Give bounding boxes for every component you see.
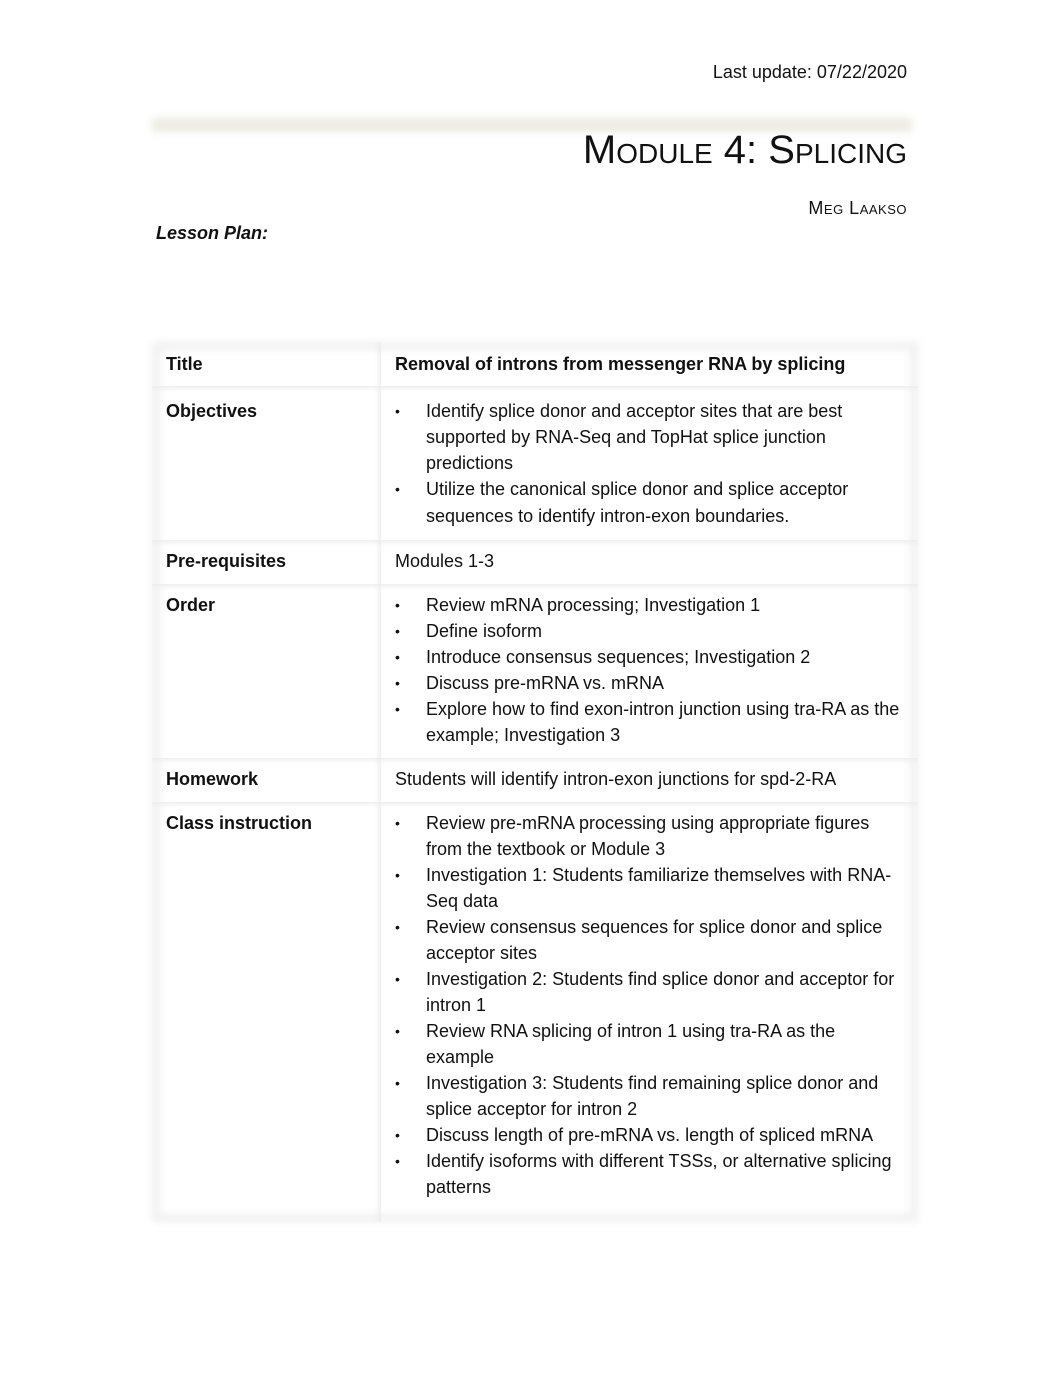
bullet-list: • Identify splice donor and acceptor site…	[395, 398, 908, 530]
bullet-icon: •	[395, 1153, 400, 1169]
bullet-icon: •	[395, 481, 400, 497]
list-item: • Utilize the canonical splice donor and …	[395, 476, 908, 530]
bullet-icon: •	[395, 1127, 400, 1143]
table-row-title: Title Removal of introns from messenger …	[152, 342, 918, 386]
list-item-text: Review mRNA processing; Investigation 1	[426, 595, 761, 615]
list-item: • Identify isoforms with different TSSs, …	[395, 1148, 908, 1200]
list-item-text: Investigation 3: Students find remaining…	[426, 1073, 879, 1119]
list-item-text: Review pre-mRNA processing using appropr…	[426, 813, 870, 859]
list-item: • Review pre-mRNA processing using approp…	[395, 810, 908, 862]
list-item-text: Define isoform	[426, 621, 543, 641]
page-title: Module 4: Splicing	[582, 128, 907, 172]
table-row-order: Order • Review mRNA processing; Investiga…	[152, 584, 918, 758]
bullet-icon: •	[395, 701, 400, 717]
row-value: Removal of introns from messenger RNA by…	[395, 354, 846, 374]
table-row-prerequisites: Pre-requisites Modules 1-3	[152, 540, 918, 584]
bullet-icon: •	[395, 597, 400, 613]
row-label: Homework	[152, 758, 381, 802]
list-item: • Define isoform	[395, 618, 908, 644]
row-value: • Review mRNA processing; Investigation 1…	[381, 584, 918, 758]
list-item-text: Identify splice donor and acceptor sites…	[426, 401, 843, 473]
table-row-homework: Homework Students will identify intron-e…	[152, 758, 918, 802]
list-item: • Discuss pre-mRNA vs. mRNA	[395, 670, 908, 696]
bullet-icon: •	[395, 1023, 400, 1039]
list-item-text: Review RNA splicing of intron 1 using tr…	[426, 1021, 836, 1067]
list-item: • Review RNA splicing of intron 1 using t…	[395, 1018, 908, 1070]
list-item: • Investigation 2: Students find splice d…	[395, 966, 908, 1018]
row-value: • Identify splice donor and acceptor site…	[381, 386, 918, 540]
bullet-icon: •	[395, 867, 400, 883]
bullet-list: • Review pre-mRNA processing using approp…	[395, 810, 908, 1200]
list-item: • Introduce consensus sequences; Investig…	[395, 644, 908, 670]
bullet-icon: •	[395, 623, 400, 639]
section-heading-lesson-plan: Lesson Plan:	[156, 223, 269, 243]
bullet-icon: •	[395, 403, 400, 419]
list-item-text: Identify isoforms with different TSSs, o…	[426, 1151, 892, 1197]
author-name: Meg Laakso	[808, 198, 907, 218]
list-item: • Review consensus sequences for splice d…	[395, 914, 908, 966]
bullet-icon: •	[395, 649, 400, 665]
list-item: • Investigation 1: Students familiarize t…	[395, 862, 908, 914]
list-item-text: Utilize the canonical splice donor and s…	[426, 479, 849, 526]
list-item-text: Review consensus sequences for splice do…	[426, 917, 883, 963]
row-label: Order	[152, 584, 381, 758]
list-item-text: Introduce consensus sequences; Investiga…	[426, 647, 811, 667]
row-value: • Review pre-mRNA processing using approp…	[381, 802, 918, 1222]
list-item-text: Explore how to find exon-intron junction…	[426, 699, 900, 745]
table-row-objectives: Objectives • Identify splice donor and ac…	[152, 386, 918, 540]
list-item: • Explore how to find exon-intron junctio…	[395, 696, 908, 748]
bullet-icon: •	[395, 919, 400, 935]
row-label: Class instruction	[152, 802, 381, 1222]
list-item-text: Discuss length of pre-mRNA vs. length of…	[426, 1125, 874, 1145]
table-row-class-instruction: Class instruction • Review pre-mRNA proce…	[152, 802, 918, 1222]
list-item: • Review mRNA processing; Investigation 1	[395, 592, 908, 618]
row-label: Objectives	[152, 386, 381, 540]
list-item: • Identify splice donor and acceptor site…	[395, 398, 908, 476]
bullet-icon: •	[395, 971, 400, 987]
list-item-text: Investigation 2: Students find splice do…	[426, 969, 895, 1015]
list-item-text: Investigation 1: Students familiarize th…	[426, 865, 892, 911]
list-item-text: Discuss pre-mRNA vs. mRNA	[426, 673, 665, 693]
list-item: • Investigation 3: Students find remainin…	[395, 1070, 908, 1122]
row-value: Students will identify intron-exon junct…	[381, 758, 918, 802]
bullet-icon: •	[395, 675, 400, 691]
row-label: Title	[152, 342, 381, 386]
row-label: Pre-requisites	[152, 540, 381, 584]
lesson-plan-table: Title Removal of introns from messenger …	[152, 342, 918, 1222]
bullet-icon: •	[395, 1075, 400, 1091]
bullet-icon: •	[395, 815, 400, 831]
last-update-date: Last update: 07/22/2020	[712, 62, 907, 82]
list-item: • Discuss length of pre-mRNA vs. length o…	[395, 1122, 908, 1148]
row-value: Modules 1-3	[381, 540, 918, 584]
bullet-list: • Review mRNA processing; Investigation 1…	[395, 592, 908, 748]
